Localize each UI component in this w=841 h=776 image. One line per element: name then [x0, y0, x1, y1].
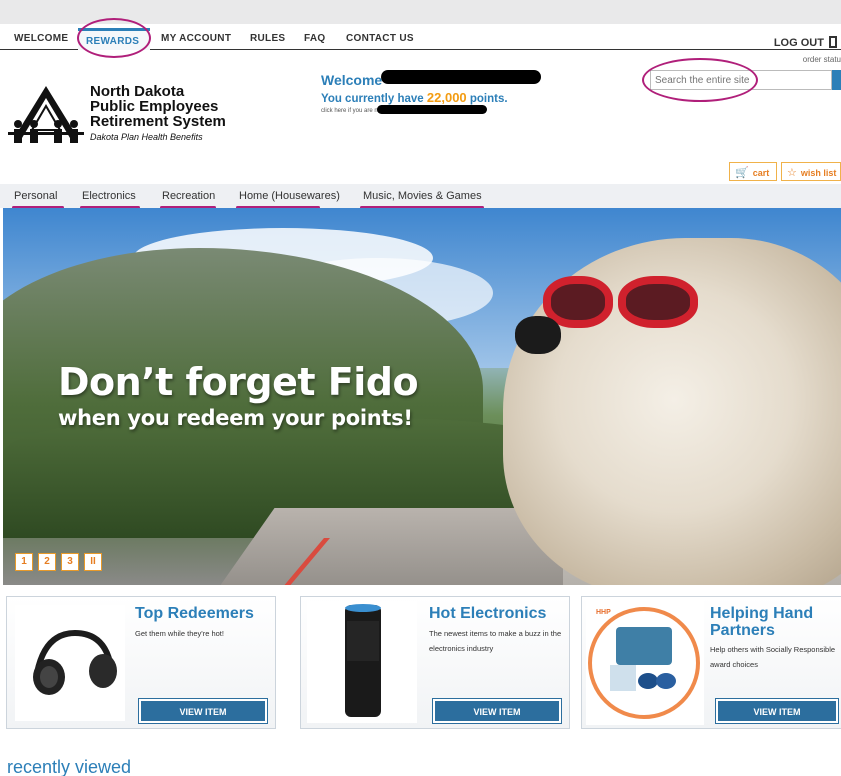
category-personal[interactable]: Personal	[14, 190, 57, 202]
card-desc: Get them while they're hot!	[135, 629, 224, 638]
redacted-name-2	[377, 105, 487, 114]
hero-headline: Don’t forget Fido	[58, 360, 419, 404]
wish-label: wish list	[800, 168, 837, 178]
category-electronics[interactable]: Electronics	[82, 190, 136, 202]
nav-faq[interactable]: FAQ	[304, 33, 325, 44]
hhp-badge: HHP	[596, 609, 611, 616]
card-desc: Help others with Socially Responsible aw…	[710, 645, 836, 669]
view-item-button[interactable]: VIEW ITEM	[138, 698, 268, 724]
hero-pager: 1 2 3 II	[15, 551, 107, 571]
wish-list-button[interactable]: ☆ wish list	[781, 162, 841, 181]
logout-label: LOG OUT	[773, 37, 824, 49]
nav-contact-us[interactable]: CONTACT US	[346, 33, 414, 44]
nav-rules[interactable]: RULES	[250, 33, 285, 44]
card-desc: The newest items to make a buzz in the e…	[429, 629, 562, 653]
category-home-housewares[interactable]: Home (Housewares)	[239, 190, 340, 202]
view-item-button[interactable]: VIEW ITEM	[715, 698, 839, 724]
card-title: Hot Electronics	[429, 605, 547, 622]
recently-viewed-heading: recently viewed	[7, 757, 132, 776]
hero-subline: when you redeem your points!	[58, 406, 413, 430]
logout-link[interactable]: LOG OUT	[774, 36, 837, 49]
org-tagline: Dakota Plan Health Benefits	[90, 132, 203, 142]
nd-peers-logo-icon	[8, 86, 84, 143]
card-hot-electronics: Hot Electronics The newest items to make…	[300, 596, 570, 729]
cart-button[interactable]: 🛒 cart	[729, 162, 777, 181]
goggle-right-icon	[618, 276, 698, 328]
pager-2[interactable]: 2	[38, 553, 56, 571]
star-icon: ☆	[787, 167, 797, 179]
points-suffix: points.	[469, 93, 508, 105]
points-line: You currently have 22,000 points.	[321, 90, 508, 105]
org-line1: North Dakota	[90, 83, 185, 100]
headphones-image	[15, 605, 125, 721]
view-item-button[interactable]: VIEW ITEM	[432, 698, 562, 724]
pager-3[interactable]: 3	[61, 553, 79, 571]
cart-icon: 🛒	[735, 167, 749, 179]
card-title-line2: Partners	[710, 622, 775, 639]
order-status-link[interactable]: order statu	[803, 55, 841, 64]
card-title-line1: Helping Hand	[710, 605, 814, 622]
card-title: Top Redeemers	[135, 605, 254, 622]
top-strip	[0, 0, 841, 24]
hhp-image	[586, 599, 704, 725]
pager-1[interactable]: 1	[15, 553, 33, 571]
card-title: Helping Hand Partners	[710, 605, 813, 639]
search-button[interactable]	[832, 70, 841, 90]
redacted-name	[381, 70, 541, 84]
hero-banner[interactable]: Don’t forget Fido when you redeem your p…	[3, 208, 841, 585]
logout-icon	[829, 36, 837, 48]
top-nav: WELCOME REWARDS MY ACCOUNT RULES FAQ CON…	[0, 28, 841, 50]
points-prefix: You currently have	[321, 93, 424, 105]
card-top-redeemers: Top Redeemers Get them while they're hot…	[6, 596, 276, 729]
nav-welcome[interactable]: WELCOME	[14, 33, 68, 44]
org-line2: Public Employees	[90, 98, 219, 115]
org-line3: Retirement System	[90, 113, 226, 130]
smart-speaker-image	[307, 601, 417, 723]
nav-my-account[interactable]: MY ACCOUNT	[161, 33, 231, 44]
card-helping-hand-partners: HHP Helping Hand Partners Help others wi…	[581, 596, 841, 729]
points-value: 22,000	[426, 90, 467, 105]
search-input[interactable]	[650, 70, 832, 90]
category-music-movies-games[interactable]: Music, Movies & Games	[363, 190, 482, 202]
cart-label: cart	[752, 168, 770, 178]
dog-nose	[515, 316, 561, 354]
pager-pause[interactable]: II	[84, 553, 102, 571]
category-nav: Personal Electronics Recreation Home (Ho…	[0, 184, 841, 208]
org-name: North Dakota Public Employees Retirement…	[90, 84, 226, 143]
nav-rewards[interactable]: REWARDS	[86, 36, 139, 47]
category-recreation[interactable]: Recreation	[162, 190, 215, 202]
